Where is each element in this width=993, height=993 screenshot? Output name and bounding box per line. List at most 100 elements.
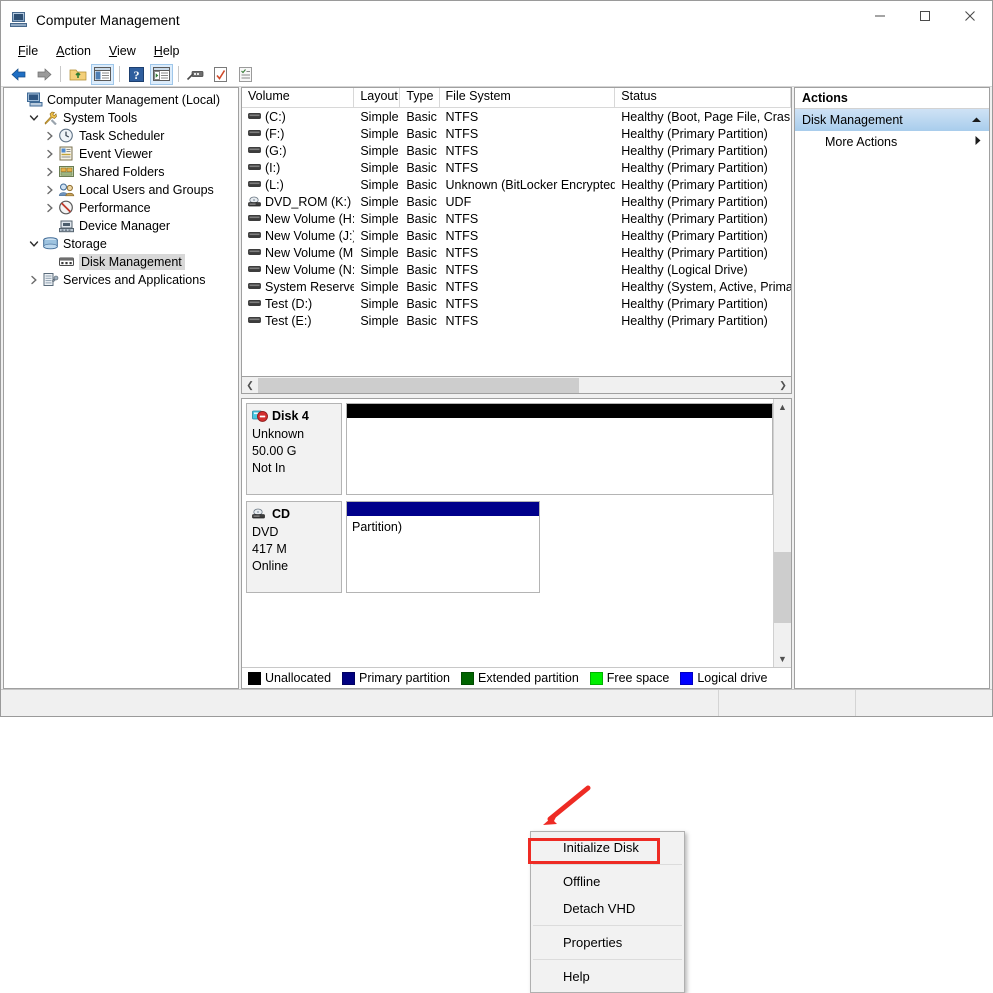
chevron-up-icon[interactable] bbox=[971, 113, 982, 127]
tree-item-device-manager[interactable]: Device Manager bbox=[4, 217, 238, 235]
chevron-right-icon[interactable] bbox=[42, 181, 58, 199]
volume-type: Basic bbox=[400, 314, 439, 328]
tree-item-computer-management-local[interactable]: Computer Management (Local) bbox=[4, 91, 238, 109]
hard-drive-icon bbox=[248, 230, 261, 241]
column-header-type[interactable]: Type bbox=[400, 88, 439, 107]
chevron-right-icon[interactable] bbox=[42, 145, 58, 163]
hscroll-track[interactable] bbox=[258, 378, 775, 393]
rescan-disks-icon[interactable] bbox=[184, 64, 207, 85]
menu-file[interactable]: File bbox=[9, 42, 47, 60]
hscroll-right-arrow[interactable]: ❯ bbox=[775, 378, 791, 393]
back-icon[interactable] bbox=[7, 64, 30, 85]
vscroll-up-arrow[interactable]: ▲ bbox=[774, 399, 791, 415]
volume-file-system: NTFS bbox=[440, 212, 616, 226]
disk-row: CDDVD417 MOnlinePartition) bbox=[246, 501, 773, 593]
volume-row[interactable]: (I:)SimpleBasicNTFSHealthy (Primary Part… bbox=[242, 159, 791, 176]
volume-row[interactable]: Test (D:)SimpleBasicNTFSHealthy (Primary… bbox=[242, 295, 791, 312]
volume-type: Basic bbox=[400, 297, 439, 311]
chevron-right-icon[interactable] bbox=[42, 199, 58, 217]
window-controls bbox=[857, 1, 992, 39]
forward-icon[interactable] bbox=[32, 64, 55, 85]
volume-row[interactable]: New Volume (N:)SimpleBasicNTFSHealthy (L… bbox=[242, 261, 791, 278]
volume-row[interactable]: New Volume (M:)SimpleBasicNTFSHealthy (P… bbox=[242, 244, 791, 261]
context-menu-item-properties[interactable]: Properties bbox=[531, 929, 684, 956]
legend-label: Extended partition bbox=[478, 671, 579, 685]
tree-item-storage[interactable]: Storage bbox=[4, 235, 238, 253]
tree-item-system-tools[interactable]: System Tools bbox=[4, 109, 238, 127]
hscroll-left-arrow[interactable]: ❮ bbox=[242, 378, 258, 393]
maximize-button[interactable] bbox=[902, 1, 947, 31]
context-menu-item-initialize-disk[interactable]: Initialize Disk bbox=[531, 834, 684, 861]
menu-view[interactable]: View bbox=[100, 42, 145, 60]
action-item-more-actions[interactable]: More Actions bbox=[795, 131, 989, 153]
chevron-down-icon[interactable] bbox=[26, 109, 42, 127]
volume-row[interactable]: New Volume (H:)SimpleBasicNTFSHealthy (P… bbox=[242, 210, 791, 227]
context-menu-item-help[interactable]: Help bbox=[531, 963, 684, 990]
legend-swatch bbox=[248, 672, 261, 685]
volume-row[interactable]: New Volume (J:)SimpleBasicNTFSHealthy (P… bbox=[242, 227, 791, 244]
volume-list-hscrollbar[interactable]: ❮ ❯ bbox=[241, 377, 792, 394]
properties-icon[interactable] bbox=[209, 64, 232, 85]
list-view-icon[interactable] bbox=[234, 64, 257, 85]
volume-row[interactable]: (G:)SimpleBasicNTFSHealthy (Primary Part… bbox=[242, 142, 791, 159]
performance-icon bbox=[58, 200, 75, 216]
close-button[interactable] bbox=[947, 1, 992, 31]
chevron-right-icon[interactable] bbox=[42, 127, 58, 145]
volume-layout: Simple bbox=[354, 127, 400, 141]
vscroll-down-arrow[interactable]: ▼ bbox=[774, 651, 791, 667]
volume-file-system: NTFS bbox=[440, 161, 616, 175]
context-menu-item-offline[interactable]: Offline bbox=[531, 868, 684, 895]
volume-row[interactable]: DVD_ROM (K:)SimpleBasicUDFHealthy (Prima… bbox=[242, 193, 791, 210]
volume-row[interactable]: System ReservedSimpleBasicNTFSHealthy (S… bbox=[242, 278, 791, 295]
tree-item-event-viewer[interactable]: Event Viewer bbox=[4, 145, 238, 163]
tree-item-services-and-applications[interactable]: Services and Applications bbox=[4, 271, 238, 289]
chevron-down-icon[interactable] bbox=[26, 235, 42, 253]
menu-help[interactable]: Help bbox=[145, 42, 189, 60]
volume-name: (L:) bbox=[265, 178, 284, 192]
volume-row[interactable]: (C:)SimpleBasicNTFSHealthy (Boot, Page F… bbox=[242, 108, 791, 125]
column-header-layout[interactable]: Layout bbox=[354, 88, 400, 107]
minimize-button[interactable] bbox=[857, 1, 902, 31]
legend-swatch bbox=[342, 672, 355, 685]
volume-name: System Reserved bbox=[265, 280, 354, 294]
partition-label bbox=[347, 418, 772, 424]
column-header-volume[interactable]: Volume bbox=[242, 88, 354, 107]
volume-layout: Simple bbox=[354, 229, 400, 243]
tree-item-shared-folders[interactable]: Shared Folders bbox=[4, 163, 238, 181]
tree-item-local-users-and-groups[interactable]: Local Users and Groups bbox=[4, 181, 238, 199]
volume-layout: Simple bbox=[354, 161, 400, 175]
actions-group-disk-management[interactable]: Disk Management bbox=[795, 109, 989, 131]
disk-view-vscrollbar[interactable]: ▲ ▼ bbox=[773, 399, 791, 667]
volume-row[interactable]: (F:)SimpleBasicNTFSHealthy (Primary Part… bbox=[242, 125, 791, 142]
tree-item-performance[interactable]: Performance bbox=[4, 199, 238, 217]
column-header-file-system[interactable]: File System bbox=[440, 88, 616, 107]
disk-info-panel[interactable]: Disk 4Unknown50.00 GNot In bbox=[246, 403, 342, 495]
chevron-right-icon[interactable] bbox=[26, 271, 42, 289]
volume-layout: Simple bbox=[354, 246, 400, 260]
hscroll-thumb[interactable] bbox=[258, 378, 579, 393]
column-header-status[interactable]: Status bbox=[615, 88, 791, 107]
context-menu-item-detach-vhd[interactable]: Detach VHD bbox=[531, 895, 684, 922]
tree-item-task-scheduler[interactable]: Task Scheduler bbox=[4, 127, 238, 145]
show-action-pane-icon[interactable] bbox=[150, 64, 173, 85]
help-icon[interactable]: ? bbox=[125, 64, 148, 85]
up-folder-icon[interactable] bbox=[66, 64, 89, 85]
vscroll-thumb[interactable] bbox=[774, 552, 791, 623]
volume-row[interactable]: Test (E:)SimpleBasicNTFSHealthy (Primary… bbox=[242, 312, 791, 329]
volume-row[interactable]: (L:)SimpleBasicUnknown (BitLocker Encryp… bbox=[242, 176, 791, 193]
disk-info-panel[interactable]: CDDVD417 MOnline bbox=[246, 501, 342, 593]
context-menu-separator bbox=[533, 864, 682, 865]
disk-title: Disk 4 bbox=[252, 408, 336, 425]
volume-name: (I:) bbox=[265, 161, 280, 175]
disk-partition[interactable]: Partition) bbox=[346, 501, 540, 593]
tree-item-disk-management[interactable]: Disk Management bbox=[4, 253, 238, 271]
vscroll-track[interactable] bbox=[774, 415, 791, 651]
disk-partition[interactable] bbox=[346, 403, 773, 495]
chevron-right-icon[interactable] bbox=[974, 135, 982, 149]
chevron-right-icon[interactable] bbox=[42, 163, 58, 181]
show-hide-console-tree-icon[interactable] bbox=[91, 64, 114, 85]
status-bar-message bbox=[1, 690, 719, 716]
disk-scroll-area: Disk 4Unknown50.00 GNot In CDDVD417 MOnl… bbox=[242, 399, 791, 667]
menu-action[interactable]: Action bbox=[47, 42, 100, 60]
svg-text:?: ? bbox=[134, 68, 140, 82]
